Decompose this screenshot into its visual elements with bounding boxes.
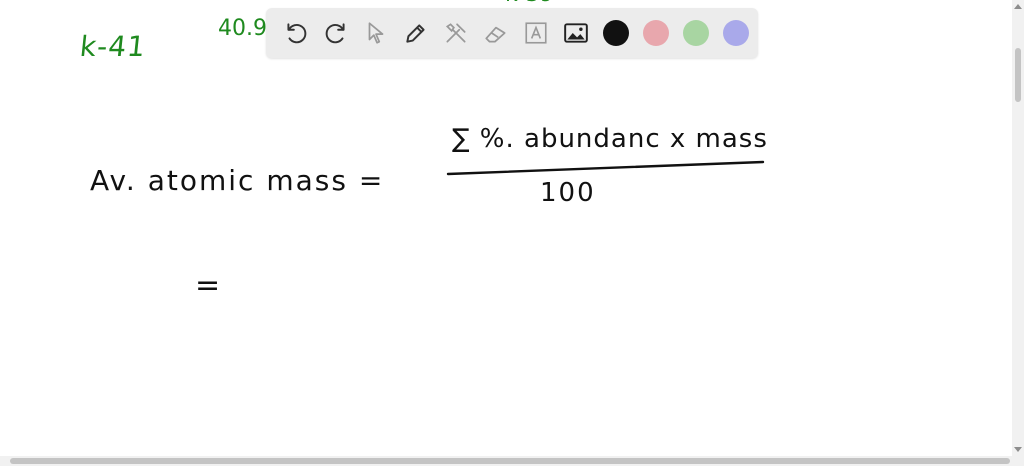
tools-button[interactable]: [436, 13, 476, 53]
partial-value: 40.9: [218, 16, 267, 41]
equals-sign: =: [195, 268, 221, 303]
isotope-label: k-41: [78, 30, 148, 63]
tools-icon: [445, 23, 466, 43]
undo-icon: [287, 23, 307, 44]
redo-icon: [325, 23, 345, 44]
formula-lhs: Av. atomic mass =: [90, 164, 385, 197]
color-purple-dot: [723, 20, 749, 46]
top-partial-text: k-39: [505, 0, 554, 7]
color-black-dot: [603, 20, 629, 46]
text-icon: [525, 22, 547, 44]
color-purple-swatch[interactable]: [716, 13, 756, 53]
color-pink-dot: [643, 20, 669, 46]
scroll-up-arrow[interactable]: [1014, 4, 1022, 9]
scroll-down-arrow[interactable]: [1014, 447, 1022, 452]
horizontal-scrollbar[interactable]: [0, 456, 1024, 466]
color-pink-swatch[interactable]: [636, 13, 676, 53]
vertical-scroll-thumb[interactable]: [1015, 48, 1021, 102]
undo-button[interactable]: [276, 13, 316, 53]
whiteboard-canvas[interactable]: k-41 40.9 k-39 Av. atomic mass = ∑ %. ab…: [0, 0, 1012, 456]
fraction-line: [446, 160, 765, 176]
drawing-toolbar: [266, 8, 758, 58]
image-icon: [564, 23, 588, 43]
image-button[interactable]: [556, 13, 596, 53]
formula-denominator: 100: [540, 178, 596, 208]
color-green-dot: [683, 20, 709, 46]
horizontal-scroll-thumb[interactable]: [10, 458, 1010, 464]
formula-numerator: ∑ %. abundanc x mass: [452, 124, 768, 154]
text-button[interactable]: [516, 13, 556, 53]
color-black-swatch[interactable]: [596, 13, 636, 53]
redo-button[interactable]: [316, 13, 356, 53]
eraser-icon: [485, 26, 506, 43]
select-button[interactable]: [356, 13, 396, 53]
color-green-swatch[interactable]: [676, 13, 716, 53]
vertical-scrollbar[interactable]: [1012, 0, 1024, 456]
pen-icon: [406, 24, 425, 43]
pen-button[interactable]: [396, 13, 436, 53]
select-icon: [368, 22, 384, 44]
eraser-button[interactable]: [476, 13, 516, 53]
